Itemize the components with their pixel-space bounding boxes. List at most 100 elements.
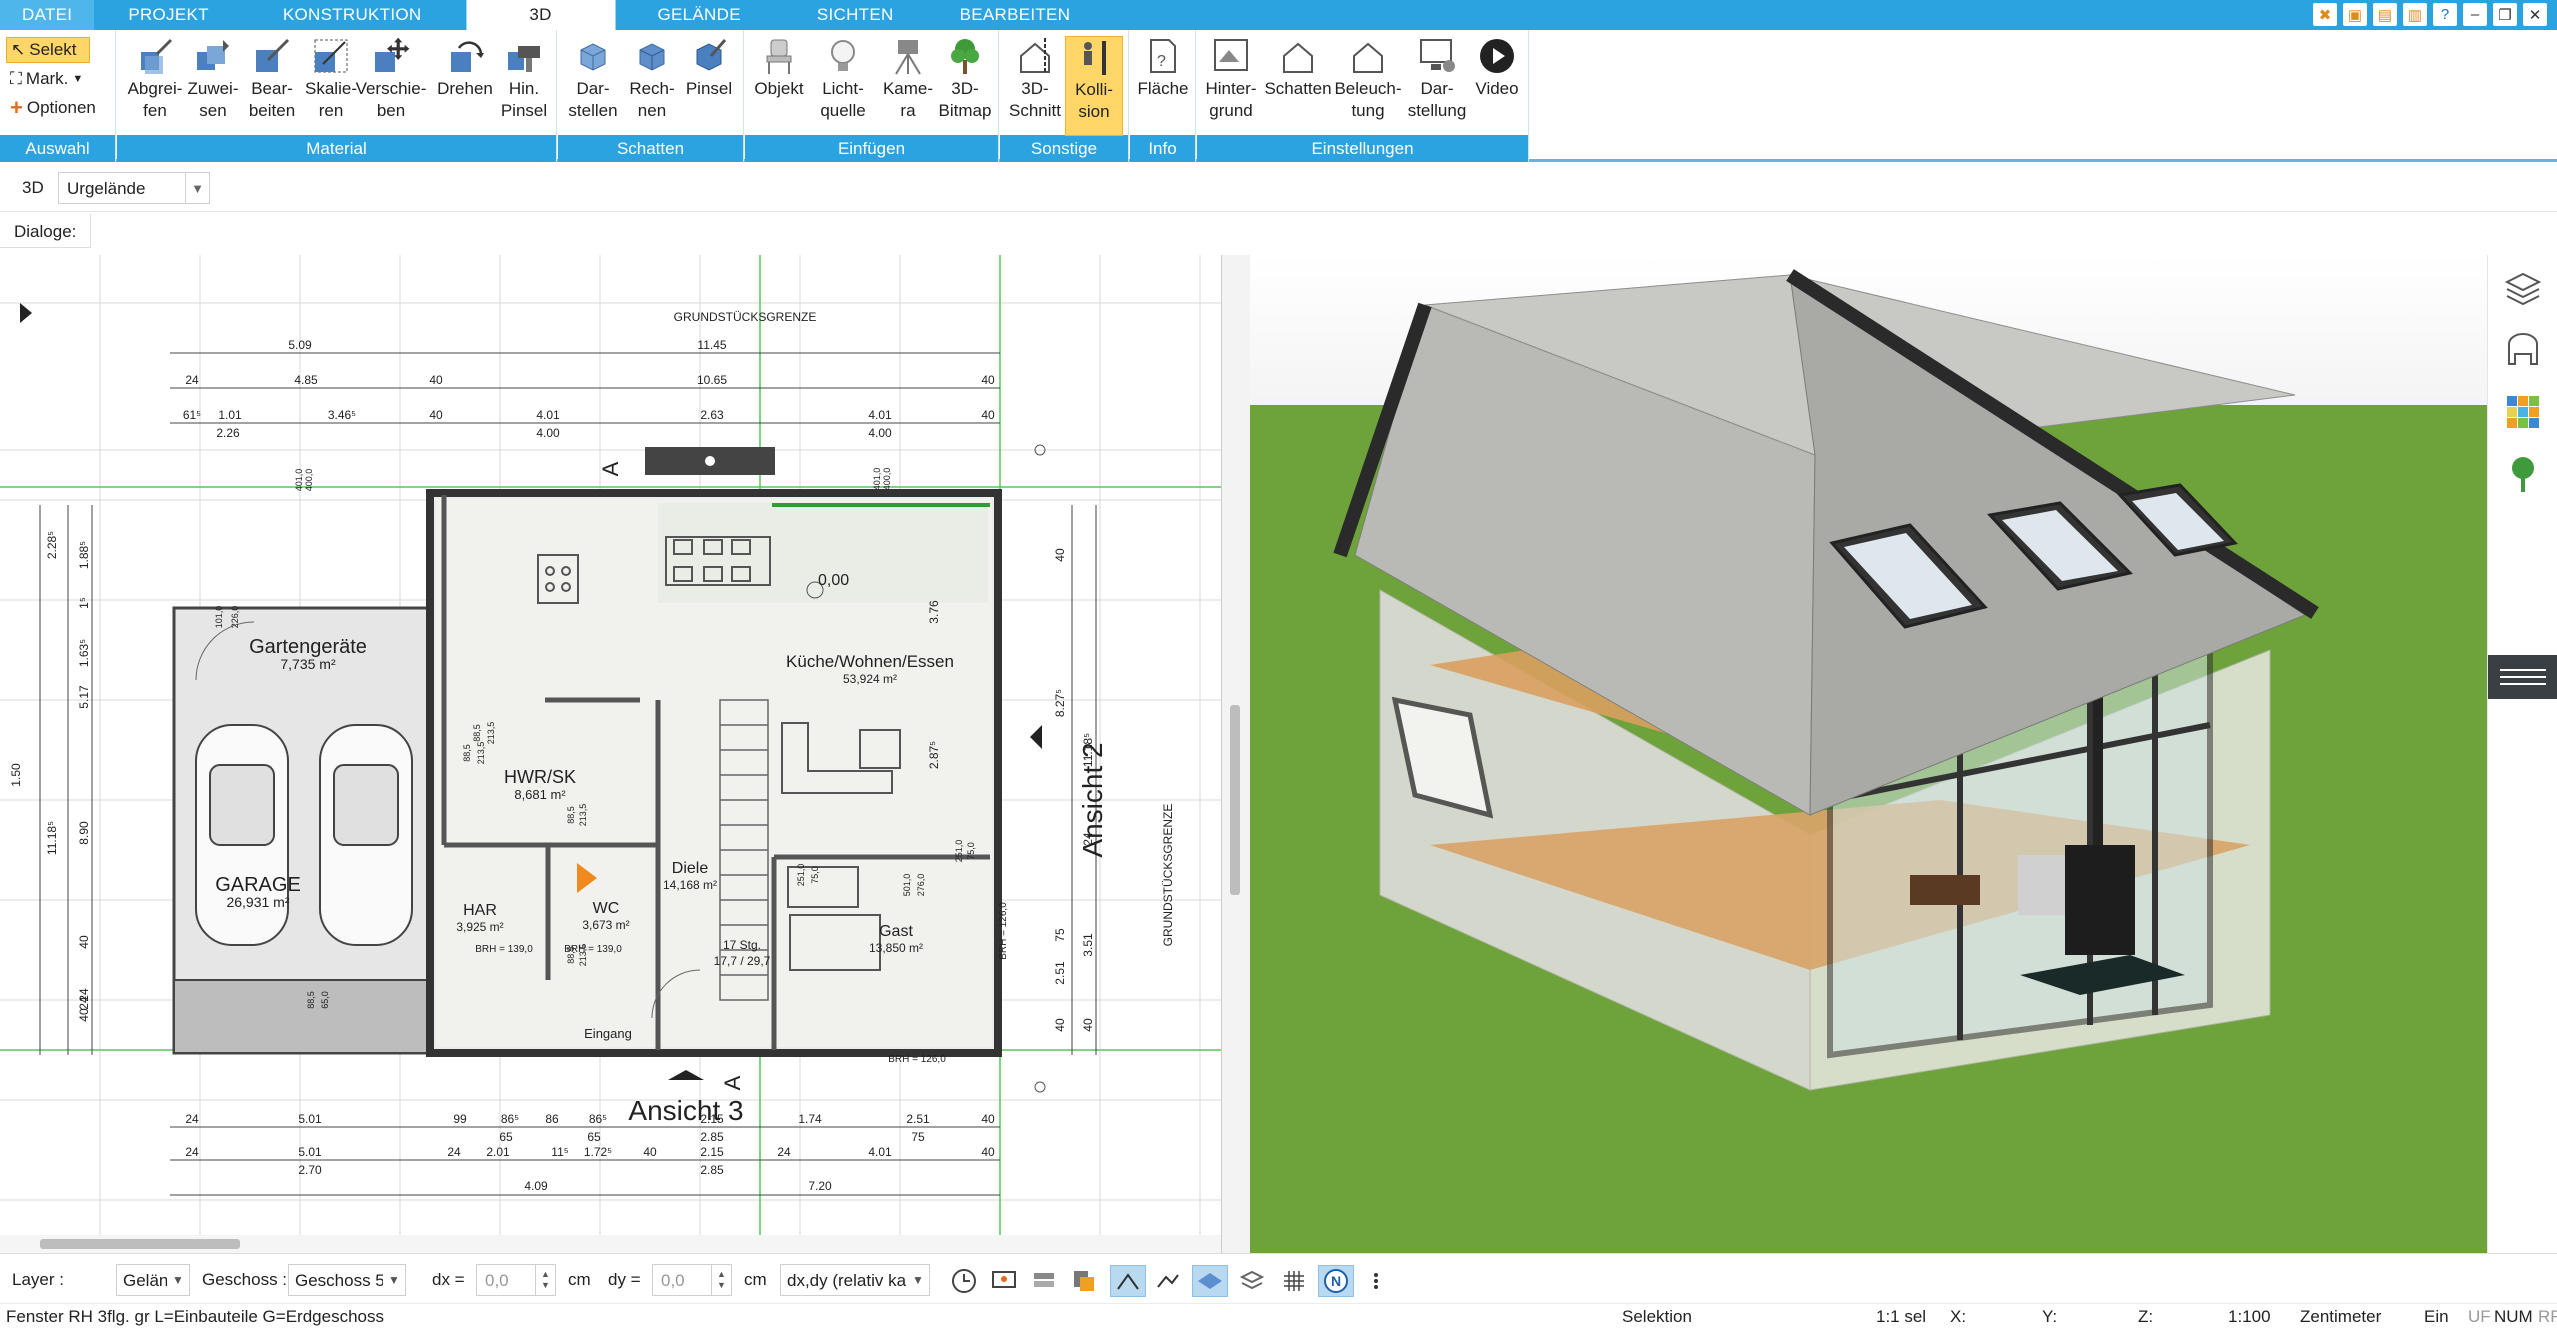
view-select[interactable]: Urgelände ▼ (58, 172, 210, 204)
dy-input[interactable]: 0,0 ▲ ▼ (652, 1264, 732, 1296)
layout-icon[interactable]: ▤ (2373, 3, 2397, 26)
dx-label: dx = (432, 1270, 465, 1289)
tab-bearbeiten[interactable]: BEARBEITEN (928, 0, 1103, 30)
dimension-top: 2.63 (700, 408, 724, 422)
expand-panel-icon[interactable] (20, 303, 32, 323)
3d-bitmap-button[interactable]: 3D- Bitmap (936, 36, 994, 136)
dx-unit: cm (568, 1270, 591, 1289)
kamera-button[interactable]: Kame- ra (879, 36, 937, 136)
copy-icon[interactable] (1066, 1265, 1102, 1297)
furniture-icon[interactable] (2502, 327, 2544, 369)
north-icon[interactable]: N (1318, 1265, 1354, 1297)
more-options-icon[interactable] (1366, 1265, 1386, 1297)
3d-schnitt-button[interactable]: 3D- Schnitt (1006, 36, 1064, 136)
window-controls: ✖ ▣ ▤ ▥ ? – ❐ ✕ (2313, 3, 2547, 26)
vertical-scrollbar-thumb[interactable] (1230, 705, 1240, 895)
stairs-ratio: 17,7 / 29,7 (714, 954, 771, 968)
chevron-down-icon[interactable]: ▼ (185, 173, 209, 203)
hin-pinsel-button[interactable]: Hin. Pinsel (495, 36, 553, 136)
tab-gelaende[interactable]: GELÄNDE (616, 0, 783, 30)
tab-datei[interactable]: DATEI (0, 0, 95, 30)
materials-palette-icon[interactable] (2502, 391, 2544, 433)
dimension-bottom: 2.15 (700, 1145, 724, 1159)
entrance-label: Eingang (584, 1026, 632, 1041)
window-icon[interactable]: ▣ (2343, 3, 2367, 26)
schatten-pinsel-button[interactable]: Pinsel (680, 36, 738, 136)
einst-schatten-button[interactable]: Schatten (1264, 36, 1332, 136)
3d-render-canvas[interactable] (1250, 255, 2487, 1253)
optionen-button[interactable]: + Optionen (6, 95, 110, 121)
lichtquelle-button[interactable]: Licht- quelle (814, 36, 872, 136)
tab-sichten[interactable]: SICHTEN (783, 0, 928, 30)
tools-icon[interactable]: ✖ (2313, 3, 2337, 26)
dimension-bottom: 40 (643, 1145, 657, 1159)
darstellen-button[interactable]: Dar- stellen (564, 36, 622, 136)
dimension-small: 400,0 (882, 468, 892, 491)
svg-text:?: ? (1157, 53, 1166, 70)
dimension-top: 5.09 (288, 338, 312, 352)
drehen-button[interactable]: Drehen (436, 36, 494, 136)
scale-icon (309, 36, 353, 76)
minimize-button[interactable]: – (2463, 3, 2487, 26)
scrollbar-thumb[interactable] (40, 1239, 240, 1249)
snap-icon[interactable] (1110, 1265, 1146, 1297)
panels-icon[interactable]: ▥ (2403, 3, 2427, 26)
group-label-einstellungen: Einstellungen (1197, 135, 1528, 162)
hintergrund-button[interactable]: Hinter- grund (1202, 36, 1260, 136)
menu-hamburger-icon[interactable] (2488, 655, 2557, 699)
rechnen-button[interactable]: Rech- nen (623, 36, 681, 136)
dx-input[interactable]: 0,0 ▲ ▼ (476, 1264, 556, 1296)
chevron-down-icon[interactable]: ▼ (907, 1265, 929, 1295)
dimension-bottom: 75 (911, 1130, 925, 1144)
clock-icon[interactable] (946, 1265, 982, 1297)
abgreifen-button[interactable]: Abgrei- fen (126, 36, 184, 136)
x-coordinate: X: (1950, 1307, 1967, 1326)
selection-count: 1:1 sel (1876, 1307, 1927, 1326)
dimension-small: 101,0 (214, 606, 224, 629)
darstellung-button[interactable]: Dar- stellung (1408, 36, 1466, 136)
chevron-down-icon[interactable]: ▼ (383, 1265, 405, 1295)
house-shadow-icon (1276, 36, 1320, 76)
selected-object-info: Fenster RH 3flg. gr L=Einbauteile G=Erdg… (6, 1307, 384, 1326)
spinner-icon[interactable]: ▲ ▼ (711, 1265, 731, 1295)
close-button[interactable]: ✕ (2523, 3, 2547, 26)
selekt-button[interactable]: ↖ Selekt (6, 37, 90, 63)
video-button[interactable]: Video (1468, 36, 1526, 136)
flaeche-button[interactable]: ? Fläche (1134, 36, 1192, 136)
dimension-bottom: 24 (185, 1145, 199, 1159)
stack-icon[interactable] (1026, 1265, 1062, 1297)
snap-lines-icon[interactable] (1150, 1265, 1186, 1297)
skalieren-button[interactable]: Skalie- ren (302, 36, 360, 136)
spinner-icon[interactable]: ▲ ▼ (535, 1265, 555, 1295)
layers-icon[interactable] (2502, 267, 2544, 309)
screen-icon[interactable] (986, 1265, 1022, 1297)
plane-icon[interactable] (1192, 1265, 1228, 1297)
tab-projekt[interactable]: PROJEKT (94, 0, 239, 30)
dimension-bottom: 4.09 (524, 1179, 548, 1193)
verschieben-button[interactable]: Verschie- ben (356, 36, 426, 136)
layers-3d-icon[interactable] (1234, 1265, 1270, 1297)
zuweisen-button[interactable]: Zuwei- sen (184, 36, 242, 136)
restore-button[interactable]: ❐ (2493, 3, 2517, 26)
pane-splitter[interactable] (1222, 255, 1250, 1253)
dimension-right: 2.51 (1053, 961, 1067, 985)
dimension-left: 24 (77, 988, 91, 1002)
kollision-button[interactable]: Kolli- sion (1065, 36, 1123, 136)
beleuchtung-button[interactable]: Beleuch- tung (1334, 36, 1402, 136)
geschoss-select[interactable]: Geschoss 5 ▼ (288, 1264, 406, 1296)
tab-konstruktion[interactable]: KONSTRUKTION (239, 0, 466, 30)
plants-icon[interactable] (2502, 453, 2544, 495)
help-icon[interactable]: ? (2433, 3, 2457, 26)
layer-select[interactable]: Gelände ▼ (116, 1264, 190, 1296)
mark-button[interactable]: ⛶ Mark. ▼ (6, 66, 90, 92)
grid-icon[interactable] (1276, 1265, 1312, 1297)
tab-3d[interactable]: 3D (465, 0, 616, 30)
3d-view[interactable] (1250, 255, 2487, 1253)
bearbeiten-button[interactable]: Bear- beiten (243, 36, 301, 136)
floor-plan-view[interactable]: GRUNDSTÜCKSGRENZE GRUNDSTÜCKSGRENZE Garten… (0, 255, 1222, 1253)
dimension-small: 213,5 (486, 722, 496, 745)
chevron-down-icon[interactable]: ▼ (167, 1265, 189, 1295)
coordinate-mode-select[interactable]: dx,dy (relativ ka ▼ (780, 1264, 930, 1296)
floor-plan-canvas[interactable]: GRUNDSTÜCKSGRENZE GRUNDSTÜCKSGRENZE Garten… (0, 255, 1222, 1253)
objekt-button[interactable]: Objekt (750, 36, 808, 136)
